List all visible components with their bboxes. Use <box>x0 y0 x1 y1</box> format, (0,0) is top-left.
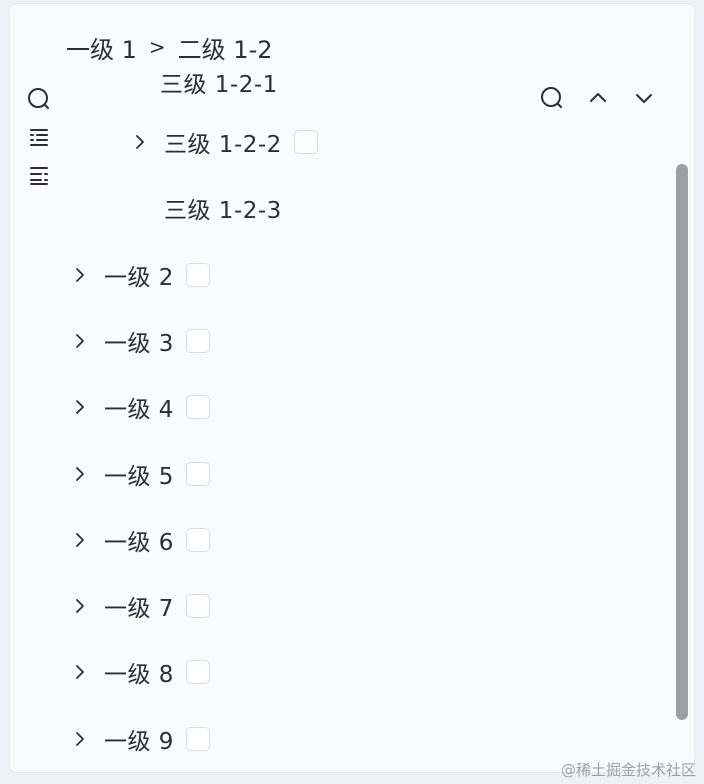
tree-node-label: 一级 7 <box>104 596 174 622</box>
tree-node-label: 一级 2 <box>104 265 174 291</box>
tree-node-checkbox[interactable] <box>293 130 318 154</box>
tree-node-checkbox[interactable] <box>185 660 210 684</box>
tree-node[interactable]: 一级 8 <box>68 652 210 692</box>
search-button[interactable] <box>24 86 54 116</box>
tree-node-partial[interactable]: 三级 1-2-1 <box>160 74 278 102</box>
chevron-right-icon[interactable] <box>68 263 92 287</box>
breadcrumb-separator: > <box>148 35 166 59</box>
collapse-all-icon <box>27 163 51 191</box>
tree-node-label: 三级 1-2-2 <box>164 132 282 158</box>
chevron-right-icon[interactable] <box>68 727 92 751</box>
tree-node-label: 一级 9 <box>104 729 174 755</box>
chevron-right-icon[interactable] <box>68 462 92 486</box>
chevron-right-icon[interactable] <box>68 395 92 419</box>
breadcrumb-item-level2[interactable]: 二级 1-2 <box>178 30 273 65</box>
tree-node-checkbox[interactable] <box>185 329 210 353</box>
left-toolbar <box>24 86 54 200</box>
chevron-right-icon[interactable] <box>68 660 92 684</box>
chevron-right-icon[interactable] <box>128 130 152 154</box>
chevron-down-icon <box>632 86 656 114</box>
breadcrumb-item-level1[interactable]: 一级 1 <box>66 30 137 65</box>
previous-match-button[interactable] <box>582 84 614 116</box>
tree-search-button[interactable] <box>536 84 568 116</box>
tree-node-label: 一级 5 <box>104 464 174 490</box>
breadcrumb: 一级 1 > 二级 1-2 <box>66 30 273 64</box>
tree-node-label: 三级 1-2-3 <box>164 198 282 224</box>
tree-node[interactable]: 一级 7 <box>68 586 210 626</box>
chevron-right-icon[interactable] <box>68 594 92 618</box>
expand-all-icon <box>27 125 51 153</box>
watermark: @稀土掘金技术社区 <box>560 761 696 779</box>
tree-node[interactable]: 三级 1-2-3 <box>128 188 282 228</box>
tree-node-checkbox[interactable] <box>185 528 210 552</box>
search-icon <box>539 85 565 115</box>
next-match-button[interactable] <box>628 84 660 116</box>
tree-node-checkbox[interactable] <box>185 263 210 287</box>
tree-node-checkbox[interactable] <box>185 727 210 751</box>
tree-panel: 一级 1 > 二级 1-2 三级 1-2-1 三级 1-2-2 三级 1-2-3… <box>10 4 694 772</box>
tree-node[interactable]: 一级 9 <box>68 719 210 759</box>
tree-node[interactable]: 一级 3 <box>68 321 210 361</box>
chevron-right-icon[interactable] <box>68 528 92 552</box>
chevron-right-icon[interactable] <box>68 329 92 353</box>
tree-node-label: 一级 8 <box>104 662 174 688</box>
tree-node-checkbox[interactable] <box>185 462 210 486</box>
tree-viewport: 三级 1-2-1 三级 1-2-2 三级 1-2-3 一级 2 一级 3 一级 4 一级 … <box>10 74 694 772</box>
tree-node-label: 一级 3 <box>104 331 174 357</box>
tree-node[interactable]: 一级 4 <box>68 387 210 427</box>
tree-node[interactable]: 三级 1-2-2 <box>128 122 318 162</box>
tree-node-checkbox[interactable] <box>185 594 210 618</box>
tree-node[interactable]: 一级 5 <box>68 454 210 494</box>
tree-node-checkbox[interactable] <box>185 395 210 419</box>
tree-node[interactable]: 一级 6 <box>68 520 210 560</box>
scrollbar-thumb[interactable] <box>676 164 688 720</box>
collapse-all-button[interactable] <box>24 162 54 192</box>
tree-node-label: 三级 1-2-1 <box>160 74 278 98</box>
search-icon <box>26 86 52 116</box>
tree-node-label: 一级 4 <box>104 397 174 423</box>
chevron-up-icon <box>586 86 610 114</box>
right-toolbar <box>536 84 660 116</box>
expand-all-button[interactable] <box>24 124 54 154</box>
tree-node-label: 一级 6 <box>104 530 174 556</box>
tree-node[interactable]: 一级 2 <box>68 255 210 295</box>
